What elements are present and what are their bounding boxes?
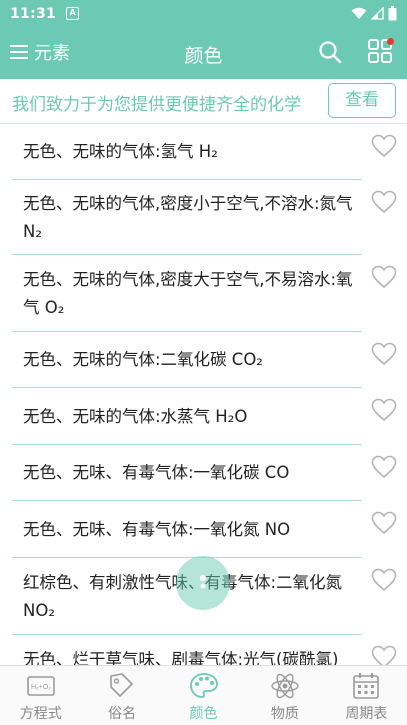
item-text: 无色、烂干草气味、剧毒气体:光气(碳酰氯) COCl₂ [23,649,339,666]
nav-tab-palette[interactable]: 颜色 [163,666,244,725]
list-item[interactable]: 无色、无味、有毒气体:一氧化碳 CO [0,445,407,501]
favorite-heart-icon[interactable] [371,568,397,592]
calendar-icon [351,672,381,700]
svg-text:H₂+O₂: H₂+O₂ [31,684,51,691]
favorite-heart-icon[interactable] [371,645,397,665]
nav-label: 颜色 [189,706,218,722]
menu-icon [10,45,28,59]
list-item[interactable]: 无色、无味的气体:水蒸气 H₂O [0,388,407,445]
view-button[interactable]: 查看 [328,83,396,118]
nav-tab-tag[interactable]: 俗名 [81,666,162,725]
list-item[interactable]: 无色、烂干草气味、剧毒气体:光气(碳酰氯) COCl₂ [0,635,407,665]
menu-label: 元素 [34,43,70,64]
signal-icon [371,7,384,20]
nav-tab-equation[interactable]: H₂+O₂ 方程式 [0,666,81,725]
item-text: 无色、无味、有毒气体:一氧化氮 NO [23,519,291,539]
apps-button[interactable] [368,38,394,67]
nav-label: 方程式 [19,706,62,722]
floating-action-button[interactable] [176,556,230,610]
equation-icon: H₂+O₂ [26,672,56,700]
more-icon [200,575,206,589]
item-text: 无色、无味的气体:二氧化碳 CO₂ [23,350,263,369]
favorite-heart-icon[interactable] [371,455,397,479]
status-indicators [351,6,397,21]
tag-icon [107,672,137,700]
notification-icon: A [66,7,80,20]
bottom-navigation: H₂+O₂ 方程式 俗名 颜色 物质 周期表 [0,665,407,725]
list-item[interactable]: 无色、无味的气体,密度大于空气,不易溶水:氧气 O₂ [0,255,407,332]
status-time: 11:31 [10,5,57,22]
app-screen: 11:31 A 元素 颜色 我们致力于为您提供更便捷齐全的化学 查看 无色、无味… [0,0,407,725]
nav-label: 周期表 [345,706,388,722]
favorite-heart-icon[interactable] [371,342,397,366]
favorite-heart-icon[interactable] [371,190,397,214]
item-text: 无色、无味的气体,密度小于空气,不溶水:氮气 N₂ [23,193,353,241]
nav-label: 俗名 [108,706,137,722]
item-text: 无色、无味、有毒气体:一氧化碳 CO [23,463,290,482]
banner-text: 我们致力于为您提供更便捷齐全的化学 [12,95,301,115]
notification-dot [387,38,394,45]
list-item[interactable]: 无色、无味的气体,密度小于空气,不溶水:氮气 N₂ [0,180,407,255]
battery-icon [388,6,397,21]
item-text: 无色、无味的气体,密度大于空气,不易溶水:氧气 O₂ [23,269,353,317]
favorite-heart-icon[interactable] [371,265,397,289]
favorite-heart-icon[interactable] [371,511,397,535]
list-item[interactable]: 无色、无味、有毒气体:一氧化氮 NO [0,501,407,558]
status-bar: 11:31 A [0,0,407,27]
search-button[interactable] [318,40,342,68]
nav-tab-calendar[interactable]: 周期表 [326,666,407,725]
nav-label: 物质 [270,706,299,722]
favorite-heart-icon[interactable] [371,134,397,158]
favorite-heart-icon[interactable] [371,398,397,422]
wifi-icon [351,7,367,19]
search-icon [319,41,342,64]
item-text: 无色、无味的气体:水蒸气 H₂O [23,406,248,426]
list-item[interactable]: 无色、无味的气体:二氧化碳 CO₂ [0,332,407,388]
atom-icon [270,672,300,700]
menu-button[interactable]: 元素 [10,39,70,65]
list-item[interactable]: 无色、无味的气体:氢气 H₂ [0,124,407,180]
item-text: 无色、无味的气体:氢气 H₂ [23,142,218,161]
app-bar: 元素 颜色 [0,27,407,79]
nav-tab-atom[interactable]: 物质 [244,666,325,725]
palette-icon [189,672,219,700]
